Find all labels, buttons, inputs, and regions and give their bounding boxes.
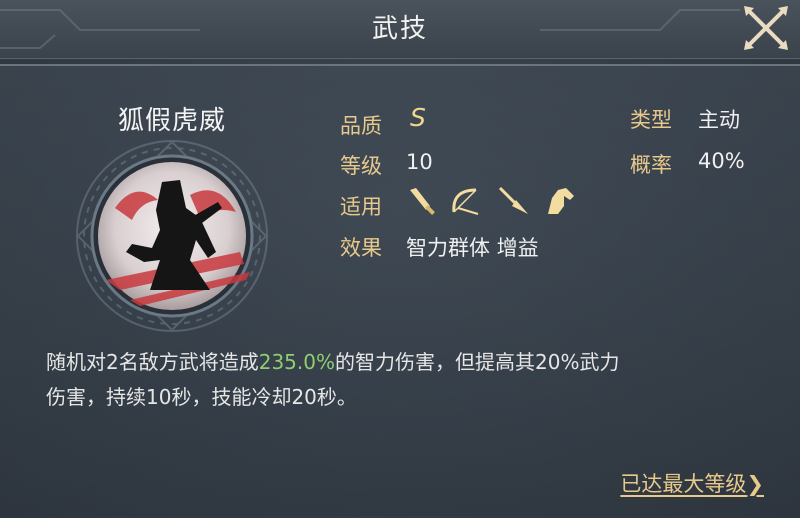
- damage-highlight: 235.0%: [258, 350, 335, 374]
- applies-label: 适用: [340, 195, 382, 219]
- type-value: 主动: [698, 108, 740, 132]
- level-label: 等级: [340, 154, 382, 178]
- type-label: 类型: [630, 108, 672, 132]
- effect-label: 效果: [340, 236, 382, 260]
- skill-description: 随机对2名敌方武将造成235.0%的智力伤害，但提高其20%武力 伤害，持续10…: [46, 345, 766, 415]
- rate-value: 40%: [698, 149, 745, 173]
- rate-label: 概率: [630, 153, 672, 177]
- title-bar: 武技: [0, 0, 800, 59]
- bow-icon: [452, 188, 479, 215]
- description-part1: 随机对2名敌方武将造成: [46, 350, 259, 374]
- spear-icon: [498, 186, 528, 214]
- window-title: 武技: [371, 14, 428, 44]
- description-part2: 的智力伤害，但提高其20%武力: [335, 350, 620, 374]
- quality-grade: S: [410, 103, 426, 132]
- close-icon[interactable]: [738, 2, 794, 54]
- max-level-label: 已达最大等级: [620, 472, 747, 496]
- max-level-link[interactable]: 已达最大等级❯: [620, 468, 764, 498]
- sword-icon: [410, 188, 435, 215]
- description-line2: 伤害，持续10秒，技能冷却20秒。: [46, 385, 357, 409]
- horse-icon: [548, 188, 574, 214]
- skill-emblem: [76, 140, 268, 332]
- effect-value: 智力群体 增益: [406, 236, 539, 260]
- level-value: 10: [406, 150, 433, 174]
- quality-label: 品质: [340, 114, 382, 138]
- skill-name: 狐假虎威: [117, 106, 226, 136]
- chevron-right-icon: ❯: [746, 472, 764, 496]
